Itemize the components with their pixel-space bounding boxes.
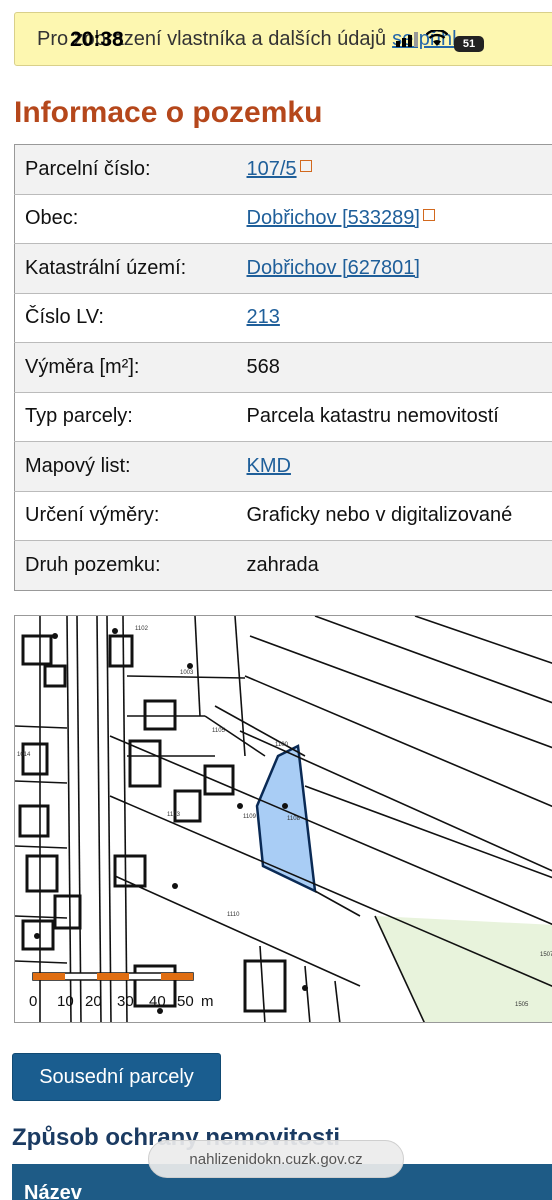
info-value-link[interactable]: Dobřichov [627801] [247, 257, 420, 279]
svg-text:1507a: 1507a [540, 952, 552, 958]
info-value-link[interactable]: 107/5 [247, 158, 297, 180]
info-value-cell: 107/5 [236, 144, 552, 194]
svg-text:1100: 1100 [275, 742, 289, 748]
page-title: Informace o pozemku [14, 96, 323, 129]
info-label: Katastrální území: [14, 243, 237, 293]
info-label: Mapový list: [14, 441, 237, 491]
info-label: Parcelní číslo: [14, 144, 237, 194]
banner-text: Pro zobrazení vlastníka a dalších údajů [37, 27, 387, 50]
login-banner: Pro zobrazení vlastníka a dalších údajů … [14, 12, 552, 66]
info-row: Mapový list: KMD [14, 441, 552, 491]
info-row: Číslo LV: 213 [14, 292, 552, 343]
info-value: zahrada [246, 553, 319, 576]
info-value-cell: Graficky nebo v digitalizované [236, 490, 552, 541]
scale-label: 20 [85, 993, 102, 1010]
info-row: Typ parcely: Parcela katastru nemovitostí [14, 391, 552, 442]
neighbor-parcels-button[interactable]: Sousední parcely [12, 1053, 221, 1101]
map-drawing: 1108 1109 1102 1003 1105 1100 1507a 1505… [15, 616, 552, 1022]
info-value-link[interactable]: Dobřichov [533289] [247, 207, 420, 229]
scale-label: m [201, 993, 214, 1010]
info-row: Katastrální území: Dobřichov [627801] [14, 243, 552, 293]
info-label: Číslo LV: [14, 292, 237, 343]
svg-text:1102: 1102 [135, 626, 149, 632]
info-row: Druh pozemku: zahrada [14, 540, 552, 590]
info-value-link[interactable]: 213 [247, 306, 280, 328]
scale-label: 40 [149, 993, 166, 1010]
info-value-cell: Dobřichov [627801] [236, 243, 552, 293]
info-value: 568 [246, 355, 280, 378]
info-label: Výměra [m²]: [14, 342, 237, 392]
info-row: Obec: Dobřichov [533289] [14, 193, 552, 244]
info-value-cell: Parcela katastru nemovitostí [236, 391, 552, 442]
info-value-cell: KMD [236, 441, 552, 491]
scale-label: 0 [29, 993, 37, 1010]
external-link-icon[interactable] [299, 159, 312, 172]
svg-text:1003: 1003 [180, 670, 194, 676]
info-value: Parcela katastru nemovitostí [246, 405, 499, 428]
info-label: Obec: [14, 193, 237, 244]
info-row: Určení výměry: Graficky nebo v digitalizo… [14, 490, 552, 541]
info-label: Druh pozemku: [14, 540, 237, 590]
svg-text:1105: 1105 [212, 728, 226, 734]
svg-text:1103: 1103 [167, 812, 181, 818]
svg-text:1108: 1108 [287, 816, 301, 822]
info-label: Typ parcely: [14, 391, 237, 442]
info-value-cell: 568 [236, 342, 552, 392]
scale-label: 10 [57, 993, 74, 1010]
external-link-icon[interactable] [422, 209, 435, 222]
svg-text:1014: 1014 [17, 752, 31, 758]
info-row: Výměra [m²]: 568 [14, 342, 552, 392]
cadastral-map[interactable]: 1108 1109 1102 1003 1105 1100 1507a 1505… [14, 615, 552, 1023]
info-value-cell: zahrada [236, 540, 552, 590]
info-value-link[interactable]: KMD [247, 455, 291, 477]
svg-text:1110: 1110 [227, 912, 240, 918]
info-value-cell: Dobřichov [533289] [236, 193, 552, 244]
scale-label: 50 [177, 993, 194, 1010]
url-bar[interactable]: nahlizenidokn.cuzk.gov.cz [148, 1140, 404, 1178]
info-row: Parcelní číslo: 107/5 [14, 144, 552, 194]
info-value-cell: 213 [236, 292, 552, 343]
scale-label: 30 [117, 993, 134, 1010]
info-label: Určení výměry: [14, 490, 237, 541]
info-value: Graficky nebo v digitalizované [246, 504, 513, 527]
parcel-info-table: Parcelní číslo: 107/5 Obec: Dobřichov [5332… [14, 144, 552, 591]
svg-text:1505: 1505 [515, 1002, 529, 1008]
banner-login-link[interactable]: se přihl [392, 28, 456, 51]
svg-text:1109: 1109 [243, 814, 257, 820]
